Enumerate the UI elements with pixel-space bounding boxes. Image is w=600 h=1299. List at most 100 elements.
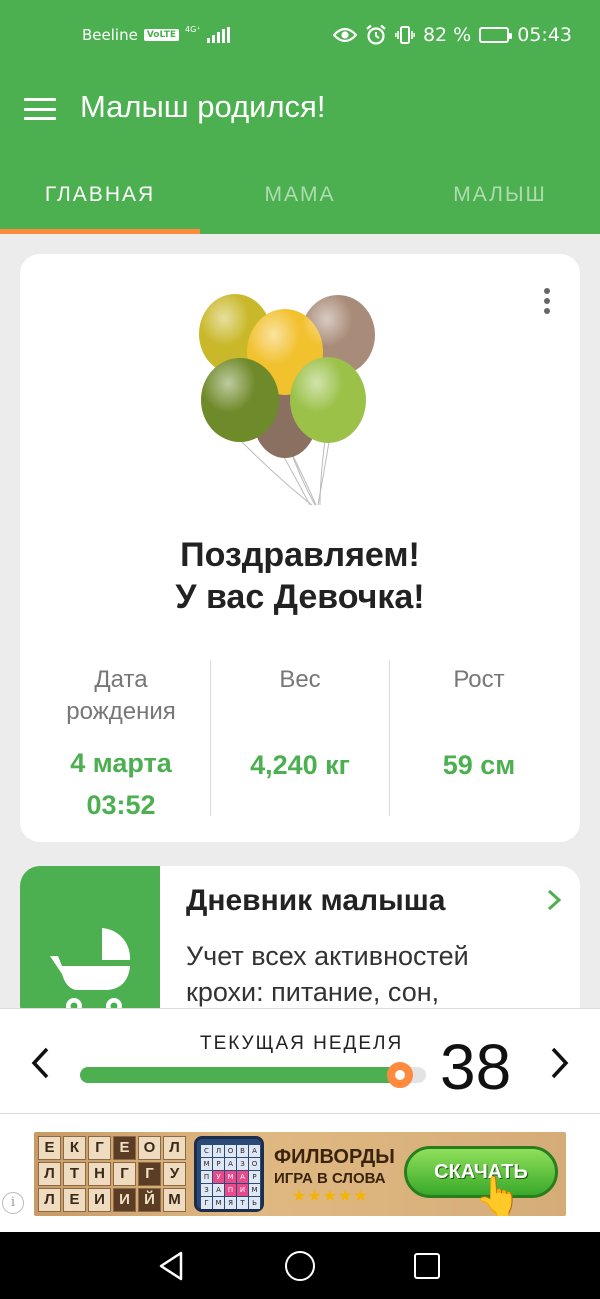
ad-phone-cell: З — [237, 1158, 248, 1170]
ad-phone-cell: А — [237, 1171, 248, 1183]
stat-height: Рост 59 см — [389, 660, 568, 816]
tab-bar: ГЛАВНАЯ МАМА МАЛЫШ — [0, 156, 600, 234]
diary-text-line: Учет всех активностей — [186, 941, 469, 971]
signal-icon — [206, 27, 230, 43]
ad-letter-cell: И — [88, 1188, 111, 1212]
ad-letter-cell: Е — [63, 1188, 86, 1212]
ad-info-icon[interactable]: i — [2, 1192, 24, 1214]
diary-title: Дневник малыша — [186, 884, 446, 917]
eye-icon — [332, 27, 357, 43]
vibrate-icon — [394, 26, 415, 44]
ad-phone-cell: С — [201, 1145, 212, 1157]
stat-birth-date: Дата рождения 4 марта 03:52 — [32, 660, 210, 820]
stroller-icon — [50, 928, 131, 1014]
ad-letter-cell: Т — [63, 1162, 86, 1186]
congrats-line-2: У вас Девочка! — [175, 578, 425, 616]
next-week-icon[interactable] — [550, 1047, 570, 1079]
previous-week-icon[interactable] — [30, 1047, 50, 1079]
ad-letter-cell: Л — [38, 1188, 61, 1212]
recent-apps-icon[interactable] — [414, 1253, 440, 1279]
ad-letter-cell: Е — [113, 1136, 136, 1160]
birth-card: Поздравляем! У вас Девочка! Дата рождени… — [20, 254, 580, 842]
app-bar: Малыш родился! — [0, 76, 600, 156]
ad-letter-grid: ЕКГЕОЛЛТНГГУЛЕИИЙМ — [38, 1136, 186, 1212]
birth-stats: Дата рождения 4 марта 03:52 Вес 4,240 кг… — [32, 660, 568, 820]
battery-percent: 82 % — [422, 24, 472, 46]
more-options-icon[interactable] — [544, 288, 552, 314]
current-week-number: 38 — [440, 1031, 512, 1103]
ad-phone-cell: Р — [213, 1158, 224, 1170]
congratulations-text: Поздравляем! У вас Девочка! — [20, 534, 580, 618]
ad-phone-cell: П — [225, 1184, 236, 1196]
ad-area: i ЕКГЕОЛЛТНГГУЛЕИИЙМ СЛОВАМРАЗОПУМАРЗАПИ… — [0, 1114, 600, 1232]
week-progress-slider[interactable] — [80, 1062, 426, 1088]
ad-letter-cell: Г — [138, 1162, 161, 1186]
ad-phone-cell: З — [201, 1184, 212, 1196]
diary-icon-panel — [20, 866, 160, 1026]
ad-phone-cell: Ь — [249, 1197, 260, 1209]
ad-phone-cell: Л — [213, 1145, 224, 1157]
tab-baby[interactable]: МАЛЫШ — [400, 156, 600, 234]
stat-value-line: 03:52 — [86, 790, 156, 820]
status-right: 82 % 05:43 — [332, 24, 572, 46]
stat-value: 4,240 кг — [250, 750, 350, 780]
stat-label: Дата рождения — [32, 660, 210, 728]
back-icon[interactable] — [157, 1250, 185, 1282]
ad-phone-cell: Я — [225, 1197, 236, 1209]
current-week-label: ТЕКУЩАЯ НЕДЕЛЯ — [200, 1033, 404, 1054]
ad-letter-cell: М — [163, 1188, 186, 1212]
balloons-illustration — [199, 294, 375, 506]
ad-letter-cell: Л — [163, 1136, 186, 1160]
ad-letter-cell: Н — [88, 1162, 111, 1186]
ad-phone-cell: М — [249, 1184, 260, 1196]
ad-phone-cell: У — [213, 1171, 224, 1183]
ad-letter-cell: Г — [88, 1136, 111, 1160]
stat-value: 4 марта 03:52 — [32, 742, 210, 826]
ad-subtitle: ИГРА В СЛОВА — [274, 1170, 386, 1187]
stat-label: Вес — [279, 666, 321, 693]
ad-letter-cell: Й — [138, 1188, 161, 1212]
stat-label-line: рождения — [66, 698, 176, 725]
status-bar: Beeline VoLTE 4G⁺ 82 % 05:43 — [0, 0, 600, 76]
ad-phone-cell: А — [249, 1145, 260, 1157]
system-nav-bar — [0, 1232, 600, 1299]
clock: 05:43 — [517, 24, 572, 46]
congrats-line-1: Поздравляем! — [180, 536, 420, 574]
chevron-right-icon[interactable] — [546, 888, 562, 912]
ad-phone-cell: О — [249, 1158, 260, 1170]
ad-letter-cell: Г — [113, 1162, 136, 1186]
stat-label-line: Дата — [94, 666, 148, 693]
diary-description: Учет всех активностей крохи: питание, со… — [186, 938, 546, 1010]
ad-rating-stars: ★★★★★ — [292, 1186, 369, 1205]
current-week-bar: ТЕКУЩАЯ НЕДЕЛЯ 38 — [0, 1008, 600, 1114]
week-progress-knob[interactable] — [387, 1062, 413, 1088]
ad-phone-cell: Г — [201, 1197, 212, 1209]
ad-phone-cell: О — [225, 1145, 236, 1157]
ad-phone-cell: А — [213, 1184, 224, 1196]
diary-text-line: крохи: питание, сон, — [186, 977, 440, 1007]
ad-phone-cell: Т — [237, 1197, 248, 1209]
ad-phone-cell: П — [201, 1171, 212, 1183]
ad-phone-cell: М — [213, 1197, 224, 1209]
ad-phone-grid: СЛОВАМРАЗОПУМАРЗАПИМГМЯТЬ — [201, 1145, 260, 1209]
ad-phone-image: СЛОВАМРАЗОПУМАРЗАПИМГМЯТЬ — [194, 1136, 264, 1212]
baby-diary-card[interactable]: Дневник малыша Учет всех активностей кро… — [20, 866, 580, 1026]
ad-letter-cell: У — [163, 1162, 186, 1186]
app-title: Малыш родился! — [80, 89, 326, 124]
tab-mom[interactable]: МАМА — [200, 156, 400, 234]
status-left: Beeline VoLTE 4G⁺ — [82, 25, 230, 44]
stat-label: Рост — [453, 666, 505, 693]
ad-phone-cell: М — [225, 1171, 236, 1183]
ad-banner[interactable]: ЕКГЕОЛЛТНГГУЛЕИИЙМ СЛОВАМРАЗОПУМАРЗАПИМГ… — [34, 1132, 566, 1216]
battery-icon — [479, 27, 513, 43]
home-icon[interactable] — [285, 1251, 315, 1281]
hamburger-menu-icon[interactable] — [24, 96, 56, 122]
ad-letter-cell: Е — [38, 1136, 61, 1160]
tab-main[interactable]: ГЛАВНАЯ — [0, 156, 200, 234]
stat-weight: Вес 4,240 кг — [210, 660, 389, 816]
week-progress-fill — [80, 1067, 400, 1083]
stat-value: 59 см — [442, 750, 516, 780]
ad-phone-cell: И — [237, 1184, 248, 1196]
pointing-hand-icon: 👆 — [474, 1174, 522, 1216]
alarm-icon — [366, 24, 386, 45]
